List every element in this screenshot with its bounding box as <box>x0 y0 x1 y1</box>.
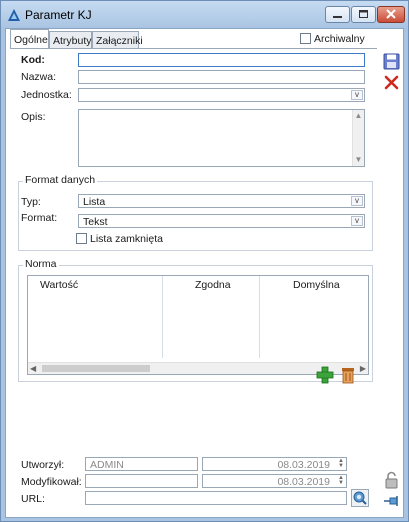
scroll-thumb[interactable] <box>42 365 150 372</box>
cancel-button[interactable] <box>381 72 402 93</box>
green-plus-icon <box>316 366 334 384</box>
url-input[interactable] <box>85 491 347 505</box>
utworzyl-user-field: ADMIN <box>85 457 198 471</box>
opis-label: Opis: <box>21 111 46 123</box>
title-bar[interactable]: Parametr KJ <box>1 1 408 28</box>
delete-norma-button[interactable] <box>338 365 358 385</box>
modyfikowal-date-field: 08.03.2019 ▲ ▼ <box>202 474 347 488</box>
lock-button[interactable] <box>381 470 402 491</box>
save-button[interactable] <box>381 51 402 72</box>
app-icon <box>8 9 20 21</box>
column-divider <box>259 276 260 358</box>
jednostka-label: Jednostka: <box>21 89 72 101</box>
trash-icon <box>342 368 354 384</box>
norma-title: Norma <box>23 258 59 270</box>
format-value: Tekst <box>83 216 108 228</box>
floppy-disk-icon <box>383 53 400 70</box>
utworzyl-label: Utworzył: <box>21 459 65 471</box>
pushpin-icon <box>384 496 398 506</box>
scroll-up-icon[interactable]: ▲ <box>353 111 364 121</box>
chevron-down-icon[interactable]: v <box>351 216 363 226</box>
column-divider <box>162 276 163 358</box>
format-danych-title: Format danych <box>23 174 98 186</box>
tab-ogolne-label: Ogólne <box>14 34 48 46</box>
close-button[interactable] <box>377 6 405 23</box>
window-title: Parametr KJ <box>25 8 92 22</box>
pin-button[interactable] <box>381 491 402 512</box>
spin-updown-icon: ▲ ▼ <box>338 475 344 486</box>
utworzyl-date-value: 08.03.2019 <box>277 459 330 471</box>
scroll-right-icon[interactable]: ▶ <box>360 363 366 374</box>
tab-atrybuty[interactable]: Atrybuty <box>49 31 92 48</box>
close-icon <box>386 9 396 19</box>
nazwa-input[interactable] <box>78 70 365 84</box>
lista-zamknieta-label: Lista zamknięta <box>90 233 163 245</box>
dialog-body: Ogólne Atrybuty Załączniki Archiwalny Ko… <box>5 28 404 518</box>
padlock-icon <box>385 471 398 489</box>
tab-ogolne[interactable]: Ogólne <box>10 29 49 48</box>
parametr-kj-window: Parametr KJ Ogólne Atrybuty Załączniki A… <box>0 0 409 522</box>
typ-select[interactable]: Lista v <box>78 194 365 208</box>
column-header-zgodna[interactable]: Zgodna <box>195 279 231 291</box>
archiwalny-checkbox[interactable] <box>300 33 311 44</box>
open-url-button[interactable] <box>351 489 369 507</box>
maximize-icon <box>359 10 368 18</box>
archiwalny-label: Archiwalny <box>314 33 365 45</box>
modyfikowal-date-value: 08.03.2019 <box>277 476 330 488</box>
typ-label: Typ: <box>21 196 41 208</box>
modyfikowal-user-field <box>85 474 198 488</box>
utworzyl-date-field: 08.03.2019 ▲ ▼ <box>202 457 347 471</box>
opis-textarea[interactable]: ▲ ▼ <box>78 109 365 167</box>
spin-updown-icon: ▲ ▼ <box>338 458 344 469</box>
chevron-down-icon[interactable]: v <box>351 196 363 206</box>
opis-scrollbar[interactable]: ▲ ▼ <box>352 110 364 166</box>
tab-zalaczniki[interactable]: Załączniki <box>92 31 143 48</box>
kod-input[interactable] <box>78 53 365 67</box>
norma-table[interactable]: Wartość Zgodna Domyślna ◀ ▶ <box>27 275 369 375</box>
minimize-button[interactable] <box>325 6 350 23</box>
typ-value: Lista <box>83 196 106 208</box>
scroll-left-icon[interactable]: ◀ <box>30 363 36 374</box>
chevron-down-icon[interactable]: v <box>351 90 363 100</box>
globe-search-icon <box>353 491 367 505</box>
scroll-down-icon[interactable]: ▼ <box>353 155 364 165</box>
format-label: Format: <box>21 212 58 224</box>
red-x-icon <box>384 75 399 90</box>
format-select[interactable]: Tekst v <box>78 214 365 228</box>
tab-atrybuty-label: Atrybuty <box>53 35 92 47</box>
maximize-button[interactable] <box>351 6 376 23</box>
nazwa-label: Nazwa: <box>21 71 57 83</box>
kod-label: Kod: <box>21 54 45 66</box>
column-header-domyslna[interactable]: Domyślna <box>293 279 340 291</box>
tab-zalaczniki-label: Załączniki <box>96 35 143 47</box>
jednostka-select[interactable]: v <box>78 88 365 102</box>
add-norma-button[interactable] <box>315 365 335 385</box>
column-header-wartosc[interactable]: Wartość <box>40 279 78 291</box>
url-label: URL: <box>21 493 45 505</box>
modyfikowal-label: Modyfikował: <box>21 476 82 488</box>
lista-zamknieta-checkbox[interactable] <box>76 233 87 244</box>
tab-panel-border <box>10 48 377 49</box>
minimize-icon <box>333 16 342 18</box>
